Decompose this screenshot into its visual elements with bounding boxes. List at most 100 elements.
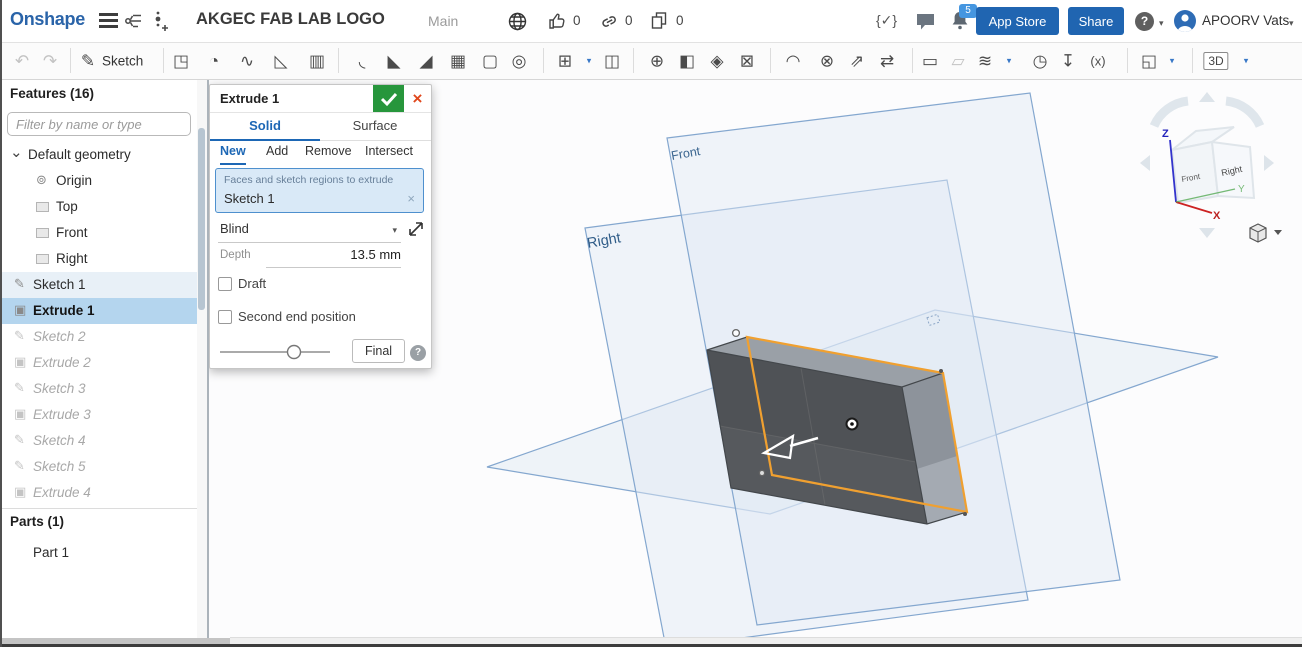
linear-pattern-caret-icon[interactable]: ▾ [587,55,592,66]
rotate-down-arrow[interactable] [1199,228,1215,238]
feature-row-extrude-4[interactable]: ▣ Extrude 4 [0,480,197,506]
clear-selection-icon[interactable]: × [407,191,415,206]
feature-row-top[interactable]: Top [0,194,197,220]
feature-row-sketch-4[interactable]: ✎ Sketch 4 [0,428,197,454]
avatar[interactable] [1174,10,1196,32]
shell-icon[interactable]: ▢ [482,52,498,69]
feature-row-sketch-3[interactable]: ✎ Sketch 3 [0,376,197,402]
mirror-icon[interactable]: ◫ [604,52,620,69]
move-face-icon[interactable]: ⇗ [850,52,864,69]
user-menu-caret-icon[interactable]: ▾ [1289,18,1294,29]
mode-add[interactable]: Add [266,139,288,163]
linear-pattern-icon[interactable]: ⊞ [558,52,572,69]
copies-icon[interactable] [650,11,670,31]
rib-icon[interactable]: ▦ [450,52,466,69]
hole-icon[interactable]: ◎ [512,52,527,69]
comment-icon[interactable] [916,13,936,31]
loft-icon[interactable]: ◺ [274,52,287,69]
view-options-button[interactable] [1249,223,1282,243]
main-menu-icon[interactable] [99,13,118,31]
split-icon[interactable]: ◧ [679,52,695,69]
delete-face-icon[interactable]: ⊗ [820,52,834,69]
preview-slider[interactable] [216,343,338,361]
sidebar-scrollbar[interactable] [197,79,209,639]
draft-icon[interactable]: ◢ [419,52,432,69]
rotate-right-arrow[interactable] [1264,155,1274,171]
versions-history-icon[interactable] [124,11,144,31]
mode-new[interactable]: New [220,139,246,165]
named-views-button-caret-icon[interactable]: ▾ [1244,55,1249,66]
share-button[interactable]: Share [1068,7,1124,35]
final-button[interactable]: Final [352,339,405,363]
cancel-button[interactable]: × [404,85,431,112]
boolean-icon[interactable]: ⊕ [650,52,664,69]
chevron-down-icon[interactable]: ⌄ [10,143,23,161]
end-type-dropdown[interactable]: Blind ▾ [218,217,401,243]
document-title[interactable]: AKGEC FAB LAB LOGO [196,10,385,29]
link-icon[interactable] [600,13,620,29]
feature-row-extrude-1[interactable]: ▣ Extrude 1 [0,298,197,324]
faces-selection-field[interactable]: Faces and sketch regions to extrude Sket… [215,168,424,213]
section-view-icon[interactable]: ◱ [1141,52,1157,69]
transform-icon[interactable]: ◈ [710,52,723,69]
sidebar-scrollbar-thumb[interactable] [198,128,205,310]
tab-solid[interactable]: Solid [210,113,320,141]
replace-face-icon[interactable]: ⇄ [880,52,894,69]
rotate-left-arrow[interactable] [1140,155,1150,171]
feature-row-sketch-1[interactable]: ✎ Sketch 1 [0,272,197,299]
fillet-icon[interactable]: ◟ [359,52,366,69]
variable-icon[interactable]: (x) [1090,54,1105,67]
feature-script-icon[interactable]: {✓} [876,12,897,29]
modify-fillet-icon[interactable]: ◠ [786,52,801,69]
slider-handle[interactable] [286,344,302,360]
chamfer-icon[interactable]: ◣ [387,52,400,69]
named-views-button[interactable]: 3D [1203,51,1229,70]
feature-row-sketch-2[interactable]: ✎ Sketch 2 [0,324,197,350]
thicken-icon[interactable]: ▥ [309,52,325,69]
helix-icon[interactable]: ≋ [978,52,992,69]
sketch-button[interactable]: ✎ [81,52,95,69]
rotate-up-arrow[interactable] [1199,92,1215,102]
vertex-dot[interactable] [758,469,766,477]
view-options-caret-icon[interactable] [1274,230,1282,235]
mode-intersect[interactable]: Intersect [365,139,413,163]
sweep-icon[interactable]: ∿ [240,52,254,69]
like-icon[interactable] [548,11,568,31]
tab-surface[interactable]: Surface [320,113,430,139]
vertex-dot[interactable] [939,369,943,373]
help-caret-icon[interactable]: ▾ [1159,18,1164,29]
second-end-checkbox[interactable] [218,310,232,324]
part-row-part-1[interactable]: Part 1 [0,540,197,566]
roll-cw-arrow[interactable] [1225,96,1265,128]
section-view-caret-icon[interactable]: ▾ [1170,55,1175,66]
sketch-button-label[interactable]: Sketch [102,53,143,68]
confirm-button[interactable] [373,85,404,112]
feature-row-origin[interactable]: ⊚ Origin [0,168,197,194]
roll-ccw-arrow[interactable] [1149,96,1189,128]
helix-caret-icon[interactable]: ▾ [1007,55,1012,66]
help-button[interactable]: ? [1135,12,1154,31]
revolve-icon[interactable]: ◔ [209,52,219,69]
public-globe-icon[interactable] [508,12,527,31]
measure-icon[interactable]: ◷ [1033,52,1048,69]
workspace-name[interactable]: Main [428,13,458,29]
delete-part-icon[interactable]: ⊠ [740,52,754,69]
filter-input[interactable] [7,112,191,136]
offset-surface-icon[interactable]: ▭ [922,52,938,69]
vertex-dot[interactable] [963,512,967,516]
feature-row-right[interactable]: Right [0,246,197,272]
dialog-help-icon[interactable]: ? [410,345,426,361]
feature-row-front[interactable]: Front [0,220,197,246]
flip-direction-icon[interactable] [406,219,426,239]
vertex-dot[interactable] [731,328,741,338]
feature-row-extrude-3[interactable]: ▣ Extrude 3 [0,402,197,428]
view-cube[interactable]: Front Right Z X Y [1140,92,1274,238]
depth-input[interactable]: 13.5 mm [266,243,401,268]
import-icon[interactable]: ↧ [1061,52,1075,69]
feature-row-extrude-2[interactable]: ▣ Extrude 2 [0,350,197,376]
insert-follow-icon[interactable] [152,10,172,32]
feature-row-sketch-5[interactable]: ✎ Sketch 5 [0,454,197,480]
draft-checkbox[interactable] [218,277,232,291]
feature-row-default-geometry[interactable]: ⌄ Default geometry [0,142,197,168]
extrude-icon[interactable]: ◳ [173,52,189,69]
